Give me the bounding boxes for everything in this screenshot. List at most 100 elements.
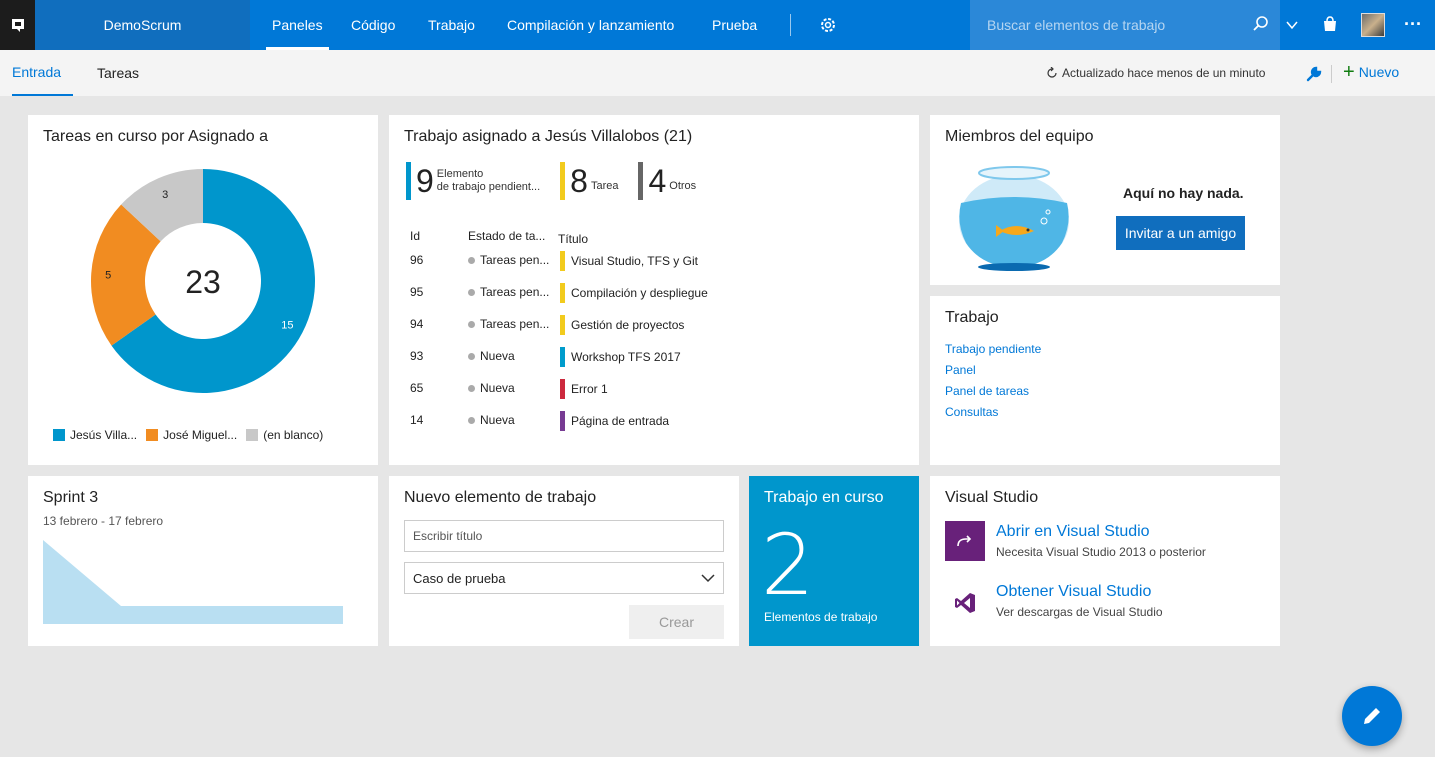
row-title: Error 1 — [560, 379, 608, 399]
pencil-icon — [1364, 708, 1380, 724]
dashboard-subnav: Entrada Tareas Actualizado hace menos de… — [0, 50, 1435, 96]
new-dashboard-button[interactable]: + Nuevo — [1343, 62, 1400, 82]
type-bar — [560, 411, 565, 431]
row-id: 94 — [410, 317, 424, 331]
count-backlog[interactable]: 9 — [416, 165, 434, 197]
row-state-text: Nueva — [480, 413, 515, 427]
slice-value-label: 15 — [281, 320, 293, 332]
row-state: Tareas pen... — [468, 253, 549, 267]
row-title-text: Gestión de proyectos — [571, 318, 685, 332]
row-state: Tareas pen... — [468, 317, 549, 331]
slice-value-label: 5 — [105, 270, 111, 282]
link-taskboard[interactable]: Panel de tareas — [945, 384, 1029, 398]
row-title-text: Compilación y despliegue — [571, 286, 708, 300]
chevron-down-icon[interactable] — [1285, 18, 1299, 32]
wrench-icon[interactable] — [1306, 66, 1322, 82]
row-state: Nueva — [468, 381, 515, 395]
tab-tareas[interactable]: Tareas — [97, 50, 139, 96]
link-queries[interactable]: Consultas — [945, 405, 998, 419]
table-row[interactable]: 94 Tareas pen... Gestión de proyectos — [410, 315, 900, 335]
nav-codigo[interactable]: Código — [345, 0, 401, 50]
widget-work-in-progress[interactable]: Trabajo en curso 2 Elementos de trabajo — [749, 476, 919, 646]
get-vs-desc: Ver descargas de Visual Studio — [996, 605, 1163, 619]
nav-trabajo[interactable]: Trabajo — [422, 0, 481, 50]
tab-entrada[interactable]: Entrada — [12, 50, 74, 96]
table-row[interactable]: 93 Nueva Workshop TFS 2017 — [410, 347, 900, 367]
table-row[interactable]: 95 Tareas pen... Compilación y despliegu… — [410, 283, 900, 303]
widget-title: Tareas en curso por Asignado a — [43, 128, 269, 145]
widget-title: Trabajo en curso — [764, 489, 884, 506]
nav-divider — [790, 14, 791, 36]
table-row[interactable]: 14 Nueva Página de entrada — [410, 411, 900, 431]
count-task[interactable]: 8 — [570, 165, 588, 197]
nav-build-release[interactable]: Compilación y lanzamiento — [501, 0, 680, 50]
count-bar — [638, 162, 644, 200]
donut-chart: 15 5 3 23 — [91, 169, 315, 393]
row-title: Compilación y despliegue — [560, 283, 708, 303]
refresh-status: Actualizado hace menos de un minuto — [1046, 66, 1265, 80]
header-id[interactable]: Id — [410, 229, 420, 243]
row-state-text: Tareas pen... — [480, 317, 550, 331]
user-avatar[interactable] — [1361, 13, 1385, 37]
nav-prueba[interactable]: Prueba — [706, 0, 763, 50]
type-bar — [560, 379, 565, 399]
visual-studio-logo-icon[interactable] — [945, 583, 985, 623]
header-state[interactable]: Estado de ta... — [468, 229, 545, 243]
widget-tasks-by-assignee[interactable]: Tareas en curso por Asignado a 15 5 3 23 Je… — [28, 115, 378, 465]
donut-total-label: 23 — [185, 264, 221, 300]
get-vs-link[interactable]: Obtener Visual Studio — [996, 583, 1151, 601]
refresh-icon — [1047, 67, 1057, 78]
search-icon[interactable] — [1252, 15, 1270, 33]
new-button-label: Nuevo — [1358, 64, 1400, 80]
refresh-text: Actualizado hace menos de un minuto — [1062, 66, 1266, 80]
more-icon[interactable]: ··· — [1404, 14, 1424, 34]
work-item-type-select[interactable]: Caso de prueba — [404, 562, 724, 594]
row-title: Página de entrada — [560, 411, 669, 431]
tab-entrada-label: Entrada — [12, 64, 62, 80]
row-id: 93 — [410, 349, 424, 363]
vsts-logo-icon[interactable] — [0, 0, 35, 50]
table-row[interactable]: 65 Nueva Error 1 — [410, 379, 900, 399]
widget-team-members[interactable]: Miembros del equipo Aquí no hay nada. In… — [930, 115, 1280, 285]
row-state-text: Nueva — [480, 349, 515, 363]
link-board[interactable]: Panel — [945, 363, 976, 377]
invite-friend-button[interactable]: Invitar a un amigo — [1116, 216, 1245, 250]
type-bar — [560, 283, 565, 303]
settings-gear-icon[interactable] — [818, 15, 838, 35]
widget-title: Visual Studio — [945, 489, 1039, 506]
header-title[interactable]: Título — [558, 229, 588, 249]
title-input[interactable]: Escribir título — [404, 520, 724, 552]
fishbowl-illustration-icon — [959, 166, 1069, 271]
widget-title: Trabajo — [945, 309, 999, 326]
widget-visual-studio: Visual Studio Abrir en Visual Studio Nec… — [930, 476, 1280, 646]
project-name[interactable]: DemoScrum — [35, 0, 250, 50]
legend-label: José Miguel... — [163, 428, 238, 442]
row-title: Visual Studio, TFS y Git — [560, 251, 698, 271]
state-dot — [468, 288, 475, 296]
link-backlog[interactable]: Trabajo pendiente — [945, 342, 1041, 356]
state-dot — [468, 256, 475, 264]
search-input[interactable]: Buscar elementos de trabajo — [970, 0, 1280, 50]
count-others[interactable]: 4 — [648, 165, 666, 197]
count-label-line: Elemento — [436, 168, 484, 180]
open-in-vs-icon[interactable] — [945, 521, 985, 561]
legend-swatch — [53, 429, 65, 441]
type-bar — [560, 347, 565, 367]
open-in-vs-link[interactable]: Abrir en Visual Studio — [996, 523, 1150, 541]
marketplace-bag-icon[interactable] — [1321, 15, 1339, 33]
widget-new-work-item: Nuevo elemento de trabajo Escribir títul… — [389, 476, 739, 646]
create-button[interactable]: Crear — [629, 605, 724, 639]
state-dot — [468, 384, 475, 392]
empty-message: Aquí no hay nada. — [1123, 185, 1244, 201]
widget-sprint-burndown[interactable]: Sprint 3 13 febrero - 17 febrero — [28, 476, 378, 646]
edit-dashboard-button[interactable] — [1342, 686, 1402, 746]
state-dot — [468, 352, 475, 360]
row-id: 65 — [410, 381, 424, 395]
count-bar — [560, 162, 566, 200]
row-state-text: Tareas pen... — [480, 285, 550, 299]
table-row[interactable]: 96 Tareas pen... Visual Studio, TFS y Gi… — [410, 251, 900, 271]
row-title-text: Error 1 — [571, 382, 608, 396]
widget-title: Sprint 3 — [43, 489, 99, 506]
nav-paneles[interactable]: Paneles — [266, 0, 329, 50]
widget-assigned-work[interactable]: Trabajo asignado a Jesús Villalobos (21)… — [389, 115, 919, 465]
